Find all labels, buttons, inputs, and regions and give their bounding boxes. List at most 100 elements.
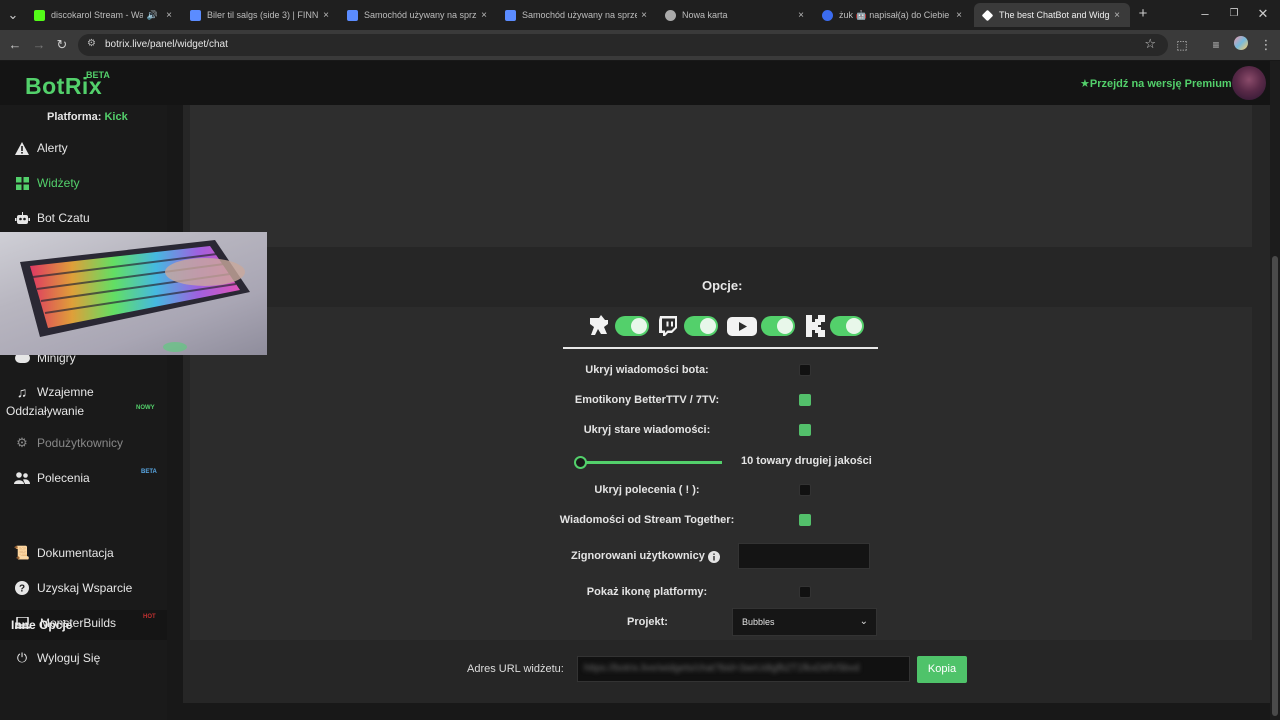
- logo-beta-badge: BETA: [86, 70, 110, 80]
- extensions-icon[interactable]: ⬚: [1173, 36, 1191, 54]
- omnibox[interactable]: ⚙ botrix.live/panel/widget/chat ☆: [78, 34, 1168, 56]
- browser-tab-bar: ⌄ discokarol Stream - Watch Live on Kick…: [0, 0, 1280, 30]
- sidebar-item-wzajemne[interactable]: ♫ Wzajemne: [0, 377, 167, 407]
- widget-url-field[interactable]: https://botrix.live/widgets/chat?bid=3ae…: [577, 656, 910, 682]
- tab-search-icon[interactable]: ⌄: [4, 6, 22, 24]
- svg-text:?: ?: [19, 584, 25, 595]
- toggle-botrix[interactable]: [615, 316, 649, 336]
- tab-otomoto-2[interactable]: Samochód używany na sprzedaż ×: [497, 3, 657, 27]
- window-close-icon[interactable]: ✕: [1254, 5, 1272, 23]
- chat-preview-area: [190, 105, 1252, 247]
- hide-old-messages-label: Ukryj stare wiadomości:: [583, 424, 711, 436]
- warning-icon: [12, 141, 32, 155]
- botrix-favicon-icon: [981, 9, 994, 21]
- chrome-favicon-icon: [665, 9, 676, 21]
- sidebar-item-poduzytkownicy[interactable]: ⚙ Podużytkownicy: [0, 428, 167, 458]
- toggle-youtube[interactable]: [761, 316, 795, 336]
- emotes-checkbox[interactable]: [799, 394, 811, 406]
- tab-otomoto-1[interactable]: Samochód używany na sprzedaż ×: [339, 3, 497, 27]
- otomoto-favicon-icon: [347, 9, 358, 21]
- copy-button[interactable]: Kopia: [917, 656, 967, 683]
- toggle-kick[interactable]: [830, 316, 864, 336]
- reload-icon[interactable]: ↻: [53, 36, 71, 54]
- robot-icon: [12, 211, 32, 225]
- address-bar-row: ← → ↻ ⚙ botrix.live/panel/widget/chat ☆ …: [0, 30, 1280, 60]
- ignored-users-label: Zignorowani użytkownicy: [571, 550, 705, 562]
- scroll-icon: 📜: [13, 545, 31, 560]
- project-label: Projekt:: [627, 616, 668, 628]
- slider-value-label: 10 towary drugiej jakości: [741, 455, 872, 467]
- new-tab-button[interactable]: +: [1134, 5, 1152, 23]
- menu-kebab-icon[interactable]: ⋮: [1257, 36, 1275, 54]
- tab-botrix[interactable]: The best ChatBot and Widgets ×: [974, 3, 1130, 27]
- hide-old-messages-checkbox[interactable]: [799, 424, 811, 436]
- widget-url-label: Adres URL widżetu:: [467, 663, 564, 675]
- site-info-icon[interactable]: ⚙: [87, 38, 96, 49]
- page-scrollbar[interactable]: [1270, 61, 1280, 720]
- back-icon[interactable]: ←: [6, 36, 24, 54]
- tab-close-icon[interactable]: ×: [794, 10, 808, 21]
- tab-messenger[interactable]: żuk 🤖 napisał(a) do Ciebie ×: [814, 3, 972, 27]
- project-select[interactable]: Bubbles ⌄: [732, 608, 877, 636]
- avatar[interactable]: [1232, 66, 1266, 100]
- show-platform-icon-checkbox[interactable]: [799, 586, 811, 598]
- platform-underline: [563, 347, 878, 349]
- url-text[interactable]: botrix.live/panel/widget/chat: [105, 39, 228, 50]
- tab-close-icon[interactable]: ×: [162, 10, 176, 21]
- laptop-icon: [12, 617, 32, 629]
- forward-icon[interactable]: →: [30, 36, 48, 54]
- tab-close-icon[interactable]: ×: [319, 10, 333, 21]
- sidebar-item-wzajemne-line2[interactable]: Oddziaływanie: [6, 404, 84, 418]
- tab-kick-stream[interactable]: discokarol Stream - Watch Live on Kick 🔊…: [26, 3, 182, 27]
- finn-favicon-icon: [190, 9, 201, 21]
- webcam-overlay: [0, 232, 267, 355]
- star-icon: ★: [1080, 78, 1090, 90]
- message-count-slider-thumb[interactable]: [574, 456, 587, 469]
- message-count-slider-track[interactable]: [575, 461, 722, 464]
- minimize-icon[interactable]: –: [1196, 5, 1214, 23]
- twitch-icon: [656, 314, 680, 338]
- sidebar-item-monsterbuilds[interactable]: MonsterBuilds: [0, 608, 167, 638]
- hide-commands-checkbox[interactable]: [799, 484, 811, 496]
- tab-close-icon[interactable]: ×: [1110, 10, 1124, 21]
- tab-finn[interactable]: Biler til salgs (side 3) | FINN Bil ×: [182, 3, 339, 27]
- tab-new-tab[interactable]: Nowa karta ×: [657, 3, 814, 27]
- sidebar-item-polecenia[interactable]: Polecenia: [0, 463, 167, 493]
- new-badge: NOWY: [136, 405, 155, 411]
- tab-close-icon[interactable]: ×: [952, 10, 966, 21]
- premium-link[interactable]: ★Przejdź na wersję Premium: [1080, 77, 1232, 90]
- toggle-twitch[interactable]: [684, 316, 718, 336]
- ignored-users-input[interactable]: [738, 543, 870, 569]
- kick-icon: [805, 314, 829, 338]
- beta-badge: BETA: [141, 469, 157, 475]
- hide-commands-label: Ukryj polecenia ( ! ):: [594, 484, 700, 496]
- profile-icon[interactable]: [1232, 36, 1250, 54]
- sidebar-item-wsparcie[interactable]: ? Uzyskaj Wsparcie: [0, 573, 167, 603]
- question-circle-icon: ?: [12, 581, 32, 595]
- users-cog-icon: ⚙: [16, 435, 28, 450]
- hide-bot-messages-checkbox[interactable]: [799, 364, 811, 376]
- options-title: Opcje:: [702, 278, 743, 293]
- tab-close-icon[interactable]: ×: [637, 10, 651, 21]
- sidebar-item-widzety[interactable]: Widżety: [0, 168, 167, 198]
- sidebar-item-bot-czatu[interactable]: Bot Czatu: [0, 203, 167, 233]
- widgets-grid-icon: [12, 176, 32, 190]
- logout-icon: ⏻: [16, 650, 28, 665]
- media-control-icon[interactable]: ≡: [1207, 36, 1225, 54]
- stream-together-checkbox[interactable]: [799, 514, 811, 526]
- show-platform-icon-label: Pokaż ikonę platformy:: [586, 586, 708, 598]
- emotes-label: Emotikony BetterTTV / 7TV:: [574, 394, 720, 406]
- scrollbar-thumb[interactable]: [1272, 256, 1278, 716]
- tab-close-icon[interactable]: ×: [477, 10, 491, 21]
- sidebar-item-alerty[interactable]: Alerty: [0, 133, 167, 163]
- botrix-platform-icon: [587, 314, 611, 338]
- sidebar-item-dokumentacja[interactable]: 📜 Dokumentacja: [0, 538, 167, 568]
- hot-badge: HOT: [143, 614, 156, 620]
- messenger-favicon-icon: [822, 9, 833, 21]
- maximize-icon[interactable]: ❐: [1225, 5, 1243, 23]
- bookmark-star-icon[interactable]: ☆: [1144, 36, 1156, 52]
- hide-bot-messages-label: Ukryj wiadomości bota:: [585, 364, 709, 376]
- sidebar-item-wyloguj[interactable]: ⏻ Wyloguj Się: [0, 643, 167, 673]
- speaker-icon[interactable]: 🔊: [147, 10, 158, 21]
- info-circle-icon[interactable]: [708, 550, 720, 568]
